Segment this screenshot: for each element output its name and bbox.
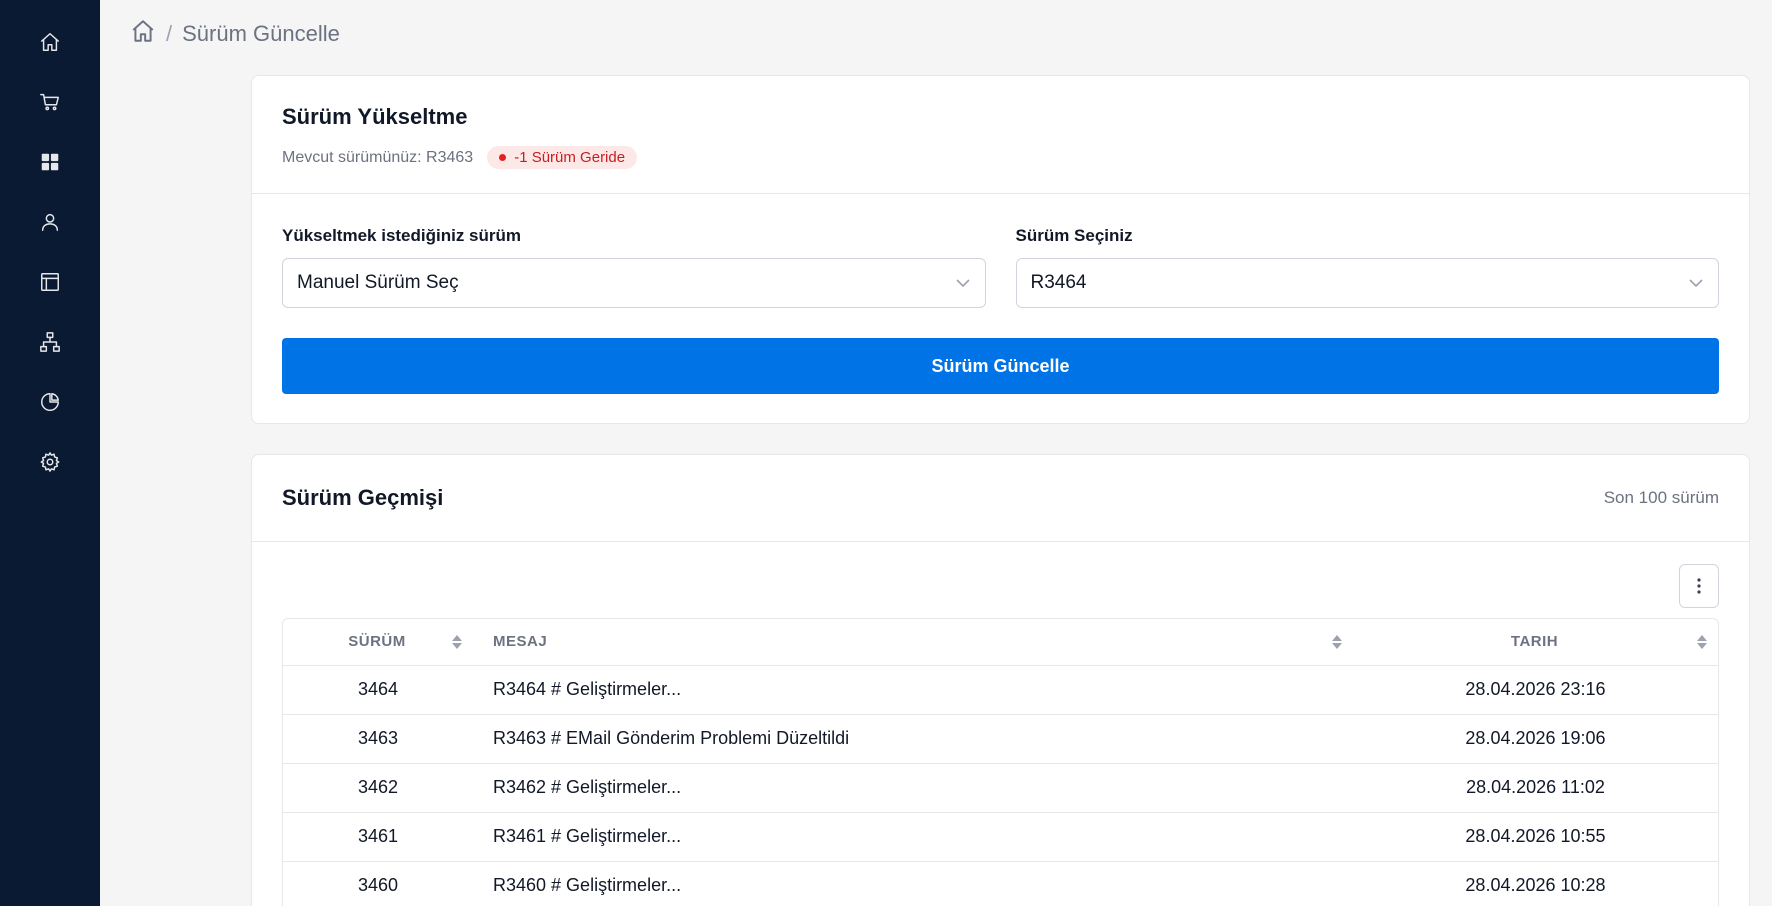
version-select[interactable]: R3464 (1015, 258, 1719, 308)
status-badge-label: -1 Sürüm Geride (514, 149, 626, 166)
cell-date: 28.04.2026 10:55 (1353, 812, 1718, 862)
breadcrumb: / Sürüm Güncelle (130, 18, 340, 50)
sidebar-item-reports[interactable] (0, 372, 100, 432)
upgrade-card: Sürüm Yükseltme Mevcut sürümünüz: R3463 … (251, 75, 1750, 424)
update-version-button[interactable]: Sürüm Güncelle (282, 338, 1719, 394)
sort-icon[interactable] (1696, 633, 1708, 651)
table-row[interactable]: 3462 R3462 # Geliştirmeler... 28.04.2026… (283, 763, 1718, 813)
breadcrumb-home-link[interactable] (130, 18, 156, 50)
status-badge: -1 Sürüm Geride (487, 146, 638, 169)
history-count: Son 100 sürüm (1603, 488, 1719, 507)
column-header-message[interactable]: MESAJ (473, 619, 1353, 666)
cell-date: 28.04.2026 11:02 (1353, 763, 1718, 813)
sort-icon[interactable] (451, 633, 463, 651)
sitemap-icon (40, 332, 60, 352)
sort-icon[interactable] (1331, 633, 1343, 651)
layout-icon (41, 273, 59, 291)
version-select-value: R3464 (1030, 272, 1087, 293)
cell-version: 3461 (283, 812, 473, 862)
target-version-label: Yükseltmek istediğiniz sürüm (282, 226, 522, 245)
pie-chart-icon (41, 393, 59, 411)
table-row[interactable]: 3464 R3464 # Geliştirmeler... 28.04.2026… (283, 665, 1718, 715)
cell-message: R3460 # Geliştirmeler... (473, 861, 1353, 906)
cell-version: 3462 (283, 763, 473, 813)
sidebar-item-cart[interactable] (0, 72, 100, 132)
target-version-value: Manuel Sürüm Seç (297, 272, 459, 293)
history-table: SÜRÜM MESAJ TARIH 3464 R3464 # Geliştirm… (282, 618, 1719, 906)
gear-icon (40, 452, 60, 472)
home-icon (41, 33, 59, 51)
cell-date: 28.04.2026 23:16 (1353, 665, 1718, 715)
column-header-version[interactable]: SÜRÜM (283, 619, 473, 666)
cell-version: 3463 (283, 714, 473, 764)
upgrade-card-header: Sürüm Yükseltme Mevcut sürümünüz: R3463 … (252, 76, 1749, 194)
breadcrumb-separator: / (166, 21, 173, 46)
more-vertical-icon (1697, 578, 1701, 594)
breadcrumb-current: Sürüm Güncelle (182, 21, 340, 46)
sidebar-item-organization[interactable] (0, 312, 100, 372)
column-header-date[interactable]: TARIH (1353, 619, 1718, 666)
sidebar-item-dashboard[interactable] (0, 132, 100, 192)
table-row[interactable]: 3461 R3461 # Geliştirmeler... 28.04.2026… (283, 812, 1718, 862)
user-icon (41, 213, 59, 231)
upgrade-title: Sürüm Yükseltme (282, 104, 468, 129)
table-options-button[interactable] (1679, 564, 1719, 608)
table-row[interactable]: 3460 R3460 # Geliştirmeler... 28.04.2026… (283, 861, 1718, 906)
sidebar-item-users[interactable] (0, 192, 100, 252)
sidebar (0, 0, 100, 906)
chevron-down-icon (1689, 279, 1703, 288)
history-card-header: Sürüm Geçmişi Son 100 sürüm (252, 455, 1749, 542)
table-row[interactable]: 3463 R3463 # EMail Gönderim Problemi Düz… (283, 714, 1718, 764)
sidebar-item-layout[interactable] (0, 252, 100, 312)
current-version-text: Mevcut sürümünüz: R3463 (282, 148, 474, 166)
sidebar-item-home[interactable] (0, 12, 100, 72)
cell-date: 28.04.2026 19:06 (1353, 714, 1718, 764)
cell-message: R3461 # Geliştirmeler... (473, 812, 1353, 862)
status-dot-icon (499, 154, 507, 161)
cell-message: R3463 # EMail Gönderim Problemi Düzeltil… (473, 714, 1353, 764)
version-select-label: Sürüm Seçiniz (1015, 226, 1133, 245)
grid-icon (41, 153, 59, 171)
cell-version: 3460 (283, 861, 473, 906)
target-version-select[interactable]: Manuel Sürüm Seç (282, 258, 986, 308)
sidebar-item-settings[interactable] (0, 432, 100, 492)
cart-icon (40, 93, 59, 111)
home-icon (132, 20, 154, 42)
history-title: Sürüm Geçmişi (282, 485, 444, 510)
cell-version: 3464 (283, 665, 473, 715)
cell-date: 28.04.2026 10:28 (1353, 861, 1718, 906)
cell-message: R3464 # Geliştirmeler... (473, 665, 1353, 715)
cell-message: R3462 # Geliştirmeler... (473, 763, 1353, 813)
history-card: Sürüm Geçmişi Son 100 sürüm SÜRÜM MESAJ … (251, 454, 1750, 906)
chevron-down-icon (955, 279, 970, 288)
